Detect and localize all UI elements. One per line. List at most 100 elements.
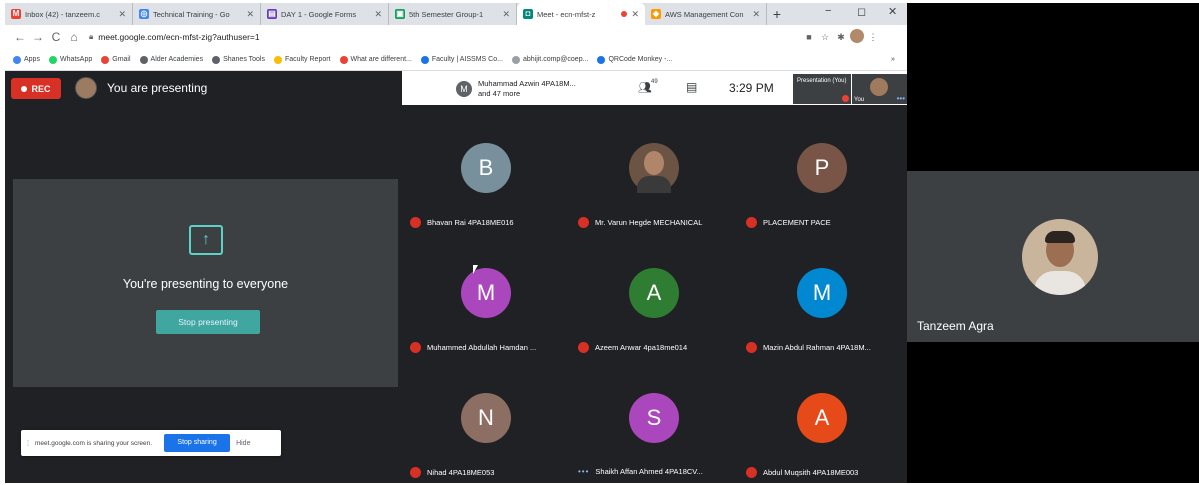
mic-off-icon <box>410 342 421 353</box>
side-participant-tile[interactable]: Tanzeem Agra <box>907 171 1199 342</box>
participant-summary-name: Muhammad Azwin 4PA18M... <box>478 79 576 88</box>
bookmark-star-icon[interactable]: ☆ <box>817 32 833 43</box>
participant-name: Mazin Abdul Rahman 4PA18M... <box>763 343 871 352</box>
recording-dot-icon <box>621 11 628 17</box>
presenting-card: ↑ You're presenting to everyone Stop pre… <box>13 179 398 387</box>
bookmark-item[interactable]: abhijit.comp@coep... <box>511 55 589 64</box>
browser-window: M Inbox (42) - tanzeem.c ✕ ◎ Technical Train… <box>5 3 907 483</box>
meet-icon: ◘ <box>523 9 533 19</box>
bookmark-item[interactable]: Gmail <box>101 55 131 64</box>
presenting-message: You're presenting to everyone <box>122 277 289 291</box>
bookmark-favicon-icon <box>48 55 57 64</box>
close-tab-icon[interactable]: ✕ <box>246 9 254 20</box>
participant-name: Shaikh Affan Ahmed 4PA18CV... <box>595 467 703 476</box>
bookmark-item[interactable]: Alder Academies <box>139 55 203 64</box>
participant-summary-more: and 47 more <box>478 89 521 98</box>
participant-tile[interactable]: A Azeem Anwar 4pa18me014 <box>570 238 738 363</box>
participant-summary: Muhammad Azwin 4PA18M... and 47 more <box>478 79 576 99</box>
browser-tab[interactable]: ◆ AWS Management Con ✕ <box>645 3 767 25</box>
more-options-icon[interactable]: ••• <box>897 94 905 103</box>
bookmark-label: Faculty Report <box>284 56 331 63</box>
browser-tab[interactable]: ▣ 5th Semester Group-1 ✕ <box>389 3 517 25</box>
participant-tile[interactable]: P PLACEMENT PACE <box>738 113 906 238</box>
chat-icon[interactable]: ▤ <box>686 80 697 94</box>
participant-avatar: A <box>797 393 847 443</box>
participant-tile[interactable]: B Bhavan Rai 4PA18ME016 <box>402 113 570 238</box>
participant-name-row: Bhavan Rai 4PA18ME016 <box>410 217 514 228</box>
extension-icon[interactable]: ✱ <box>833 32 849 43</box>
window-minimize-button[interactable]: − <box>825 5 831 17</box>
participant-name: Nihad 4PA18ME053 <box>427 468 495 477</box>
participant-tile[interactable]: N Nihad 4PA18ME053 <box>402 363 570 483</box>
self-view-tile[interactable]: You ••• <box>852 74 907 104</box>
share-notification-text: meet.google.com is sharing your screen. <box>35 439 153 447</box>
camera-icon[interactable]: ■ <box>801 32 817 42</box>
window-close-button[interactable]: ✕ <box>888 5 897 18</box>
tab-title: 5th Semester Group-1 <box>409 9 484 19</box>
window-maximize-button[interactable]: ◻ <box>857 5 866 18</box>
side-participant-avatar <box>1022 219 1098 295</box>
hide-button[interactable]: Hide <box>236 440 250 447</box>
participant-name-row: Mazin Abdul Rahman 4PA18M... <box>746 342 871 353</box>
menu-icon[interactable]: ⋮ <box>865 32 881 43</box>
people-icon[interactable]: 👥︎ <box>638 81 652 94</box>
reload-icon[interactable]: C <box>47 30 65 44</box>
participant-name-row: PLACEMENT PACE <box>746 217 831 228</box>
presentation-tile[interactable]: Presentation (You) <box>793 74 851 104</box>
back-icon[interactable]: ← <box>11 30 29 44</box>
bookmark-favicon-icon <box>420 55 429 64</box>
bookmark-item[interactable]: Faculty | AISSMS Co... <box>420 55 503 64</box>
recording-badge: REC <box>11 78 61 99</box>
close-tab-icon[interactable]: ✕ <box>631 9 639 20</box>
stop-sharing-button[interactable]: Stop sharing <box>164 434 231 452</box>
close-tab-icon[interactable]: ✕ <box>502 9 510 20</box>
bookmark-item[interactable]: What are different... <box>339 55 412 64</box>
close-tab-icon[interactable]: ✕ <box>752 9 760 20</box>
participant-tile[interactable]: S ••• Shaikh Affan Ahmed 4PA18CV... <box>570 363 738 483</box>
drive-icon: ◎ <box>139 9 149 19</box>
close-tab-icon[interactable]: ✕ <box>374 9 382 20</box>
bookmark-item[interactable]: QRCode Monkey -... <box>597 55 672 64</box>
profile-icon[interactable] <box>849 29 865 45</box>
participant-tile[interactable]: A Abdul Muqsith 4PA18ME003 <box>738 363 906 483</box>
bookmark-item[interactable]: Faculty Report <box>273 55 331 64</box>
bookmark-favicon-icon <box>339 55 348 64</box>
speaking-indicator-icon: ••• <box>578 467 590 476</box>
bookmark-label: Apps <box>24 56 40 63</box>
clock: 3:29 PM <box>729 81 774 95</box>
browser-tab[interactable]: M Inbox (42) - tanzeem.c ✕ <box>5 3 133 25</box>
participant-name-row: Muhammed Abdullah Hamdan ... <box>410 342 536 353</box>
participant-avatar: P <box>797 143 847 193</box>
home-icon[interactable]: ⌂ <box>65 30 83 44</box>
participant-name-row: Mr. Varun Hegde MECHANICAL <box>578 217 702 228</box>
bookmark-label: Gmail <box>112 56 131 63</box>
bookmarks-overflow-icon[interactable]: » <box>891 56 895 63</box>
browser-tab[interactable]: ◘ Meet - ecn-mfst-z ✕ <box>517 3 645 25</box>
bookmark-favicon-icon <box>212 55 221 64</box>
participant-name-row: Abdul Muqsith 4PA18ME003 <box>746 467 858 478</box>
url-input[interactable]: 🔒︎ meet.google.com/ecn-mfst-zig?authuser… <box>89 28 801 46</box>
participant-tile[interactable]: M Mazin Abdul Rahman 4PA18M... <box>738 238 906 363</box>
mic-off-icon <box>578 342 589 353</box>
participant-name: Mr. Varun Hegde MECHANICAL <box>595 218 703 227</box>
drag-handle-icon[interactable]: ⁞ <box>23 439 33 448</box>
close-tab-icon[interactable]: ✕ <box>118 9 126 20</box>
forward-icon[interactable]: → <box>29 30 47 44</box>
presenter-avatar <box>75 77 97 99</box>
recording-label: REC <box>31 83 51 94</box>
browser-tab[interactable]: ◎ Technical Training - Go ✕ <box>133 3 261 25</box>
bookmark-label: WhatsApp <box>59 56 93 63</box>
participant-avatar: S <box>629 393 679 443</box>
new-tab-button[interactable]: + <box>767 3 787 25</box>
bookmark-label: abhijit.comp@coep... <box>522 56 589 63</box>
bookmark-item[interactable]: WhatsApp <box>48 55 93 64</box>
bookmark-item[interactable]: Apps <box>13 55 40 64</box>
participant-avatar: B <box>461 143 511 193</box>
mic-off-icon <box>410 217 421 228</box>
browser-tab[interactable]: ▤ DAY 1 - Google Forms ✕ <box>261 3 389 25</box>
stop-presenting-button[interactable]: Stop presenting <box>156 310 260 334</box>
bookmark-item[interactable]: Shanes Tools <box>212 55 265 64</box>
side-participant-name: Tanzeem Agra <box>917 319 994 333</box>
participant-tile[interactable]: Mr. Varun Hegde MECHANICAL <box>570 113 738 238</box>
participant-tile[interactable]: M Muhammed Abdullah Hamdan ... <box>402 238 570 363</box>
